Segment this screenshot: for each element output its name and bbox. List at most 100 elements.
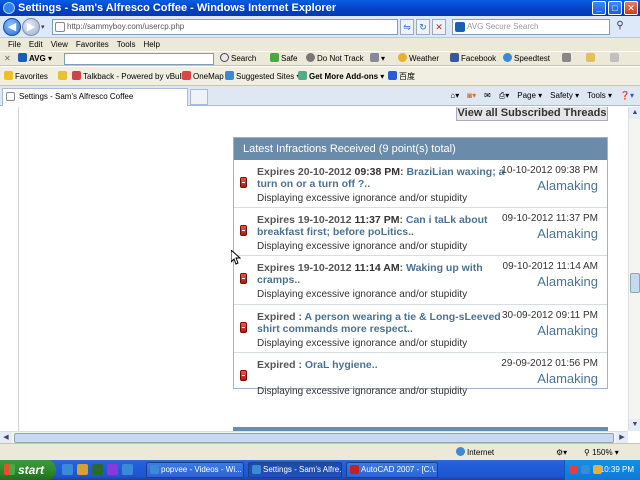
horizontal-scroll-thumb[interactable] <box>14 433 614 443</box>
stop-icon[interactable]: ✕ <box>432 19 446 35</box>
help-icon[interactable]: ❓▾ <box>620 86 634 105</box>
menu-file[interactable]: File <box>4 38 25 51</box>
menu-edit[interactable]: Edit <box>25 38 47 51</box>
page-favicon-icon <box>55 22 65 32</box>
tray-network-icon[interactable] <box>581 465 590 474</box>
notepad-icon[interactable] <box>586 52 597 66</box>
print-icon[interactable]: ⎙▾ <box>499 86 509 105</box>
read-mail-icon[interactable]: ✉ <box>484 86 491 105</box>
menu-view[interactable]: View <box>47 38 72 51</box>
favorite-baidu[interactable]: 百度 <box>388 67 415 86</box>
infraction-reason: Displaying excessive ignorance and/or st… <box>257 289 468 301</box>
favorites-button[interactable]: Favorites <box>4 67 48 86</box>
avg-toolbar: ✕ AVG ▾ Search Safe Do Not Track ▾ Weath… <box>0 51 640 66</box>
avg-search-button[interactable]: Search <box>220 52 256 66</box>
quicklaunch-media-icon[interactable] <box>92 464 103 475</box>
taskbar-item-settings[interactable]: Settings - Sam's Alfre... <box>248 462 342 478</box>
taskbar: start popvee - Videos - Wi... Settings -… <box>0 460 640 480</box>
infraction-title: Expires 20-10-2012 09:38 PM: BraziLian w… <box>257 166 507 190</box>
facebook-button[interactable]: Facebook <box>450 52 496 66</box>
calculator-icon[interactable] <box>562 52 573 66</box>
home-icon[interactable]: ⌂▾ <box>450 86 459 105</box>
tab-settings[interactable]: Settings - Sam's Alfresco Coffee <box>2 88 188 106</box>
ie-logo-icon <box>3 2 15 14</box>
maximize-button[interactable]: □ <box>608 1 622 15</box>
vertical-scroll-thumb[interactable] <box>630 273 640 293</box>
tray-volume-icon[interactable] <box>593 465 602 474</box>
infraction-issuer-link[interactable]: Alamaking <box>537 323 598 338</box>
feeds-icon[interactable]: ◙▾ <box>467 86 476 105</box>
horizontal-scrollbar[interactable]: ◀ ▶ <box>0 431 628 444</box>
infraction-separator: : <box>298 358 302 371</box>
toolbar-close-icon[interactable]: ✕ <box>4 52 11 66</box>
avg-options-icon[interactable]: ▾ <box>370 52 385 66</box>
do-not-track-button[interactable]: Do Not Track <box>306 52 364 66</box>
tray-alert-icon[interactable] <box>569 465 578 474</box>
quicklaunch-ie-icon[interactable] <box>62 464 73 475</box>
page-content: View all Subscribed Threads Latest Infra… <box>0 107 628 431</box>
recent-pages-dropdown-icon[interactable]: ▾ <box>41 23 45 31</box>
vertical-scrollbar[interactable]: ▲ ▼ <box>628 107 640 431</box>
globe-icon <box>456 447 465 456</box>
add-favorites-icon[interactable] <box>58 67 69 86</box>
new-tab-button[interactable] <box>190 89 208 105</box>
address-input[interactable]: http://sammyboy.com/usercp.php <box>52 19 398 35</box>
infraction-date: 30-09-2012 09:11 PM <box>502 309 598 321</box>
infraction-separator: : <box>400 166 404 178</box>
infraction-flag-icon <box>240 369 247 381</box>
start-button[interactable]: start <box>0 460 56 480</box>
avg-search-icon <box>455 22 465 32</box>
search-input[interactable]: AVG Secure Search <box>452 19 610 35</box>
avg-settings-icon[interactable] <box>610 52 621 66</box>
favorite-get-more-addons[interactable]: Get More Add-ons ▾ <box>298 67 384 86</box>
infraction-issuer-link[interactable]: Alamaking <box>537 371 598 386</box>
favorite-onemap[interactable]: OneMap <box>182 67 224 86</box>
forward-button[interactable]: ▶ <box>22 18 40 36</box>
minimize-button[interactable]: _ <box>592 1 606 15</box>
infraction-issuer-link[interactable]: Alamaking <box>537 178 598 193</box>
scroll-down-icon[interactable]: ▼ <box>629 419 640 431</box>
menu-help[interactable]: Help <box>139 38 163 51</box>
favorite-suggested-sites[interactable]: Suggested Sites ▾ <box>225 67 301 86</box>
windows-flag-icon <box>4 464 15 475</box>
weather-button[interactable]: Weather <box>398 52 439 66</box>
avg-logo-icon <box>18 53 27 62</box>
command-page[interactable]: Page ▾ <box>517 86 542 105</box>
avg-logo[interactable]: AVG ▾ <box>18 52 52 66</box>
tab-title: Settings - Sam's Alfresco Coffee <box>19 92 134 101</box>
address-row: ◀ ▶ ▾ http://sammyboy.com/usercp.php ⇋ ↻… <box>0 16 640 38</box>
search-go-icon[interactable]: ⚲ <box>612 19 628 35</box>
refresh-icon[interactable]: ↻ <box>416 19 430 35</box>
taskbar-item-popvee[interactable]: popvee - Videos - Wi... <box>146 462 244 478</box>
window-title: Settings - Sam's Alfresco Coffee - Windo… <box>18 2 337 14</box>
view-all-subscribed-threads-button[interactable]: View all Subscribed Threads <box>456 107 608 121</box>
ie-task-icon <box>252 465 261 474</box>
close-button[interactable]: ✕ <box>624 1 638 15</box>
protected-mode-icon[interactable]: ⚙▾ <box>556 444 567 461</box>
command-tools[interactable]: Tools ▾ <box>587 86 612 105</box>
scroll-up-icon[interactable]: ▲ <box>629 107 640 119</box>
favorite-talkback[interactable]: Talkback - Powered by vBull... <box>72 67 190 86</box>
quicklaunch-explorer-icon[interactable] <box>77 464 88 475</box>
avg-safe-button[interactable]: Safe <box>270 52 297 66</box>
zoom-level[interactable]: ⚲ 150% ▾ <box>584 444 619 461</box>
menu-tools[interactable]: Tools <box>113 38 140 51</box>
infraction-issuer-link[interactable]: Alamaking <box>537 226 598 241</box>
taskbar-item-autocad[interactable]: AutoCAD 2007 - [C:\... <box>346 462 438 478</box>
security-zone[interactable]: Internet <box>456 444 494 461</box>
compatibility-view-icon[interactable]: ⇋ <box>400 19 414 35</box>
infraction-thread-link[interactable]: OraL hygiene.. <box>305 359 378 371</box>
avg-search-input[interactable] <box>64 53 214 65</box>
infraction-row: Expired : OraL hygiene.. Displaying exces… <box>234 353 607 401</box>
command-safety[interactable]: Safety ▾ <box>550 86 579 105</box>
quicklaunch-messenger-icon[interactable] <box>107 464 118 475</box>
content-divider <box>18 107 19 431</box>
zoom-icon: ⚲ <box>584 448 590 457</box>
infraction-issuer-link[interactable]: Alamaking <box>537 274 598 289</box>
infraction-reason: Displaying excessive ignorance and/or st… <box>257 385 468 397</box>
menu-favorites[interactable]: Favorites <box>72 38 113 51</box>
infraction-separator: : <box>399 262 404 275</box>
speedtest-button[interactable]: Speedtest <box>503 52 550 66</box>
quicklaunch-desktop-icon[interactable] <box>122 464 133 475</box>
back-button[interactable]: ◀ <box>3 18 21 36</box>
